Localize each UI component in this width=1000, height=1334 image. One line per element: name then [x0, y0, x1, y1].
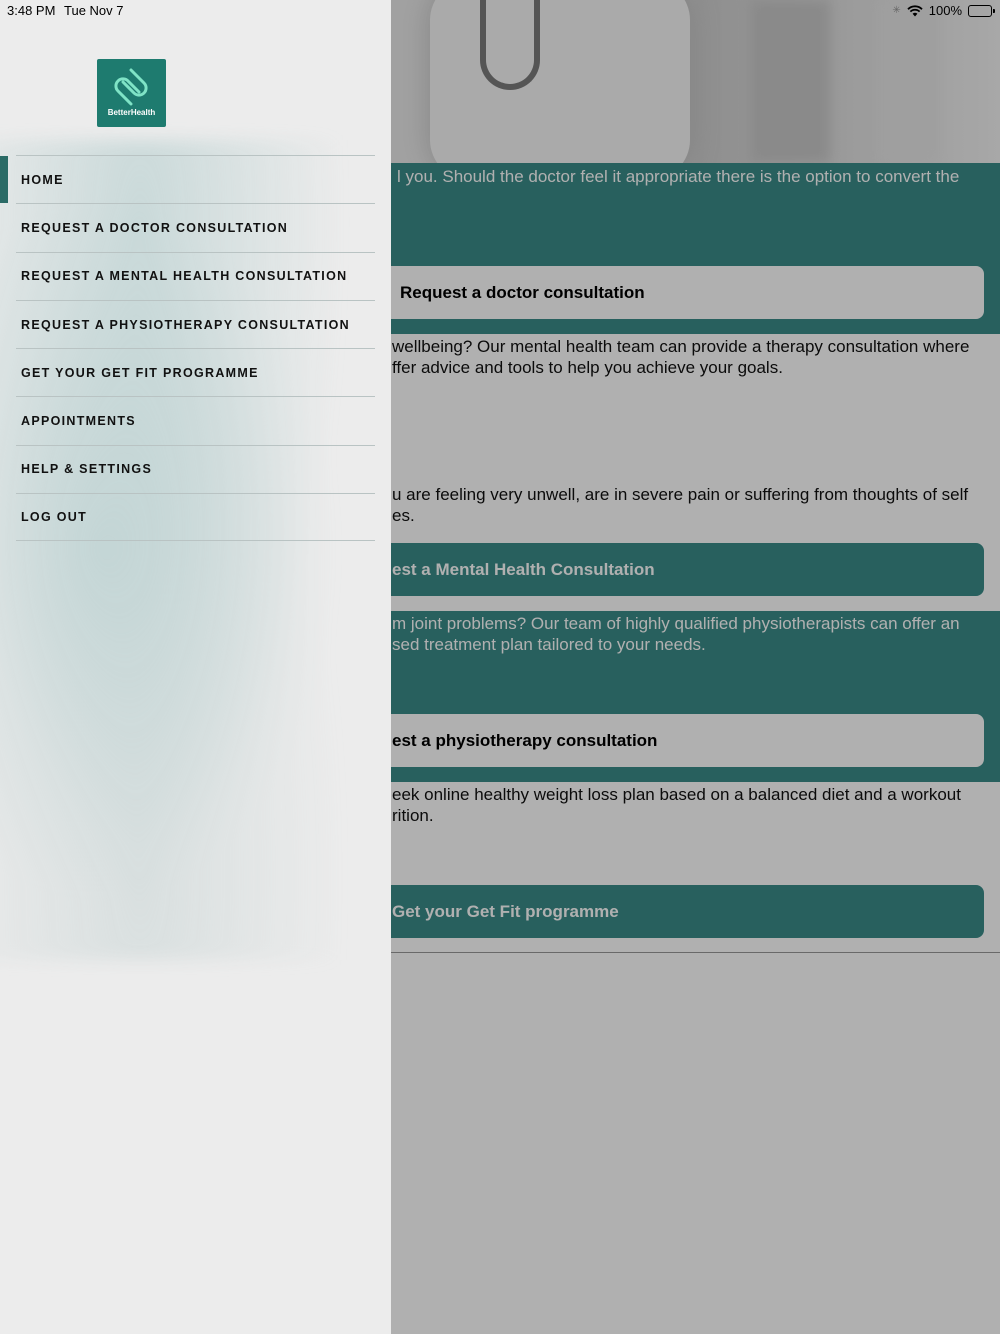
menu-item-home[interactable]: HOME: [0, 155, 375, 204]
drawer-menu: HOME REQUEST A DOCTOR CONSULTATION REQUE…: [0, 155, 391, 542]
side-drawer: BetterHealth HOME REQUEST A DOCTOR CONSU…: [0, 0, 391, 1334]
menu-item-label: HELP & SETTINGS: [21, 462, 153, 477]
battery-icon: [968, 4, 995, 17]
status-date: Tue Nov 7: [64, 3, 124, 18]
menu-item-label: APPOINTMENTS: [21, 414, 136, 429]
status-indicators: ✳ 100%: [892, 3, 995, 18]
menu-item-log-out[interactable]: LOG OUT: [16, 493, 375, 542]
betterhealth-logo: BetterHealth: [97, 59, 166, 127]
menu-item-help-settings[interactable]: HELP & SETTINGS: [16, 444, 375, 493]
menu-item-appointments[interactable]: APPOINTMENTS: [16, 396, 375, 444]
menu-item-label: REQUEST A DOCTOR CONSULTATION: [21, 220, 289, 235]
menu-item-request-doctor[interactable]: REQUEST A DOCTOR CONSULTATION: [16, 203, 375, 251]
menu-item-label: REQUEST A PHYSIOTHERAPY CONSULTATION: [21, 317, 350, 332]
menu-item-label: LOG OUT: [21, 510, 88, 525]
menu-item-label: REQUEST A MENTAL HEALTH CONSULTATION: [21, 269, 348, 284]
menu-item-request-physiotherapy[interactable]: REQUEST A PHYSIOTHERAPY CONSULTATION: [16, 299, 375, 348]
menu-item-get-fit[interactable]: GET YOUR GET FIT PROGRAMME: [16, 348, 375, 396]
menu-item-label: HOME: [21, 172, 64, 187]
heart-logo-icon: [114, 68, 148, 106]
wifi-icon: [907, 4, 923, 17]
menu-item-label: GET YOUR GET FIT PROGRAMME: [21, 365, 259, 380]
status-time: 3:48 PM: [7, 3, 56, 18]
activity-spinner-icon: ✳: [892, 5, 901, 16]
battery-percentage: 100%: [928, 3, 962, 18]
status-bar: 3:48 PM Tue Nov 7 ✳ 100%: [0, 0, 1000, 22]
logo-text: BetterHealth: [107, 108, 156, 117]
menu-item-request-mental-health[interactable]: REQUEST A MENTAL HEALTH CONSULTATION: [16, 251, 375, 300]
